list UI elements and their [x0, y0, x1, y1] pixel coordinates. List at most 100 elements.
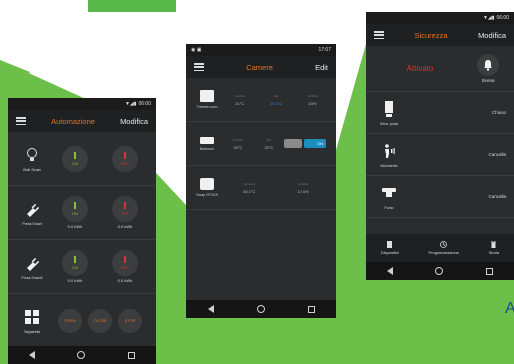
system-nav-bar — [186, 300, 336, 318]
energy-value: 0.0 kWh — [117, 278, 133, 283]
off-control[interactable]: OFF 0.0 kWh — [100, 196, 150, 229]
system-nav-bar — [366, 262, 514, 280]
status-bar: ◉ ▣ 17:07 — [186, 44, 336, 56]
device-label: Presa Smart — [22, 221, 42, 226]
on-control[interactable]: ON 0.0 kWh — [50, 250, 100, 283]
door-sensor-icon — [381, 100, 397, 118]
room-row[interactable]: Frames room Comfort 21°C Set 20.5°C Umidit… — [186, 78, 336, 122]
home-icon[interactable] — [256, 305, 265, 313]
back-icon[interactable] — [29, 351, 36, 359]
room-row[interactable]: Bedroom Comfort 20°C Set 20°C ON — [186, 122, 336, 166]
off-control[interactable]: OFF 0.0 kWh — [100, 250, 150, 283]
close-button[interactable]: CLOSE — [88, 308, 112, 333]
tab-storia[interactable]: Storia — [489, 241, 499, 255]
siren-label: Sirena — [481, 78, 495, 83]
status-time: 06:00 — [138, 101, 151, 107]
on-button[interactable]: ON — [62, 145, 88, 172]
plug-icon — [24, 254, 40, 272]
air-conditioner-icon — [200, 136, 214, 144]
value-cell: Set 20°C — [264, 137, 274, 150]
menu-icon[interactable] — [194, 63, 204, 71]
alarm-panel: Attivato Sirena — [366, 46, 514, 92]
clock-icon — [440, 241, 448, 248]
edit-button[interactable]: Modifica — [478, 31, 506, 40]
app-bar: Automazione Modifica — [8, 110, 156, 132]
recent-apps-icon[interactable] — [485, 267, 493, 275]
value-cell: Consumi 40.1°C — [243, 181, 256, 194]
status-bar: ▼◢▮ 06:00 — [366, 12, 514, 24]
page-title: Automazione — [51, 116, 95, 126]
alarm-state[interactable]: Attivato — [372, 64, 468, 73]
value-cell: Umidità 17.6% — [297, 181, 309, 194]
device-icon — [387, 241, 393, 248]
outlet-icon — [200, 178, 214, 190]
phone-automazione: ▼◢▮ 06:00 Automazione Modifica Bulb Smar… — [8, 98, 156, 364]
recent-apps-icon[interactable] — [127, 351, 135, 359]
signal-icon: ▼◢▮ — [124, 101, 137, 107]
room: Bedroom — [192, 136, 222, 151]
sensor-value: Cancella — [488, 152, 506, 157]
sensor-label: Sens. porta — [380, 121, 398, 126]
status-time: 17:07 — [318, 47, 331, 53]
room-label: Swap HTVG9 — [196, 193, 218, 197]
power-toggle[interactable]: ON — [304, 139, 326, 148]
back-icon[interactable] — [207, 305, 214, 313]
menu-icon[interactable] — [16, 117, 26, 125]
on-control[interactable]: ON — [50, 145, 100, 172]
sensor-label: Fumo — [384, 205, 394, 210]
device: Tapparella — [14, 308, 50, 334]
off-button[interactable]: OFF — [112, 250, 138, 276]
thermostat-icon — [200, 90, 214, 102]
sensor-label: Movimento — [380, 163, 398, 168]
phone-camere: ◉ ▣ 17:07 Camere Edit Frames room Comfor… — [186, 44, 336, 318]
energy-value: 0.0 kWh — [67, 224, 83, 229]
off-button[interactable]: OFF — [112, 145, 138, 172]
blind-controls: OPEN CLOSE STOP — [58, 308, 142, 333]
room-values: Comfort 20°C Set 20°C — [222, 138, 284, 150]
bottom-tabs: Dispositivi Programmazione Storia — [366, 234, 514, 262]
trash-icon — [491, 241, 497, 248]
edit-button[interactable]: Modifica — [120, 117, 148, 126]
signal-icon: ▼◢▮ — [482, 15, 495, 21]
device: Presa Smart2 — [14, 254, 50, 280]
back-icon[interactable] — [387, 267, 394, 275]
off-button[interactable]: OFF — [112, 196, 138, 222]
app-icon: ◉ ▣ — [191, 47, 202, 53]
room-row[interactable]: Swap HTVG9 Consumi 40.1°C Umidità 17.6% — [186, 166, 336, 210]
plug-icon — [24, 200, 40, 218]
sensor: Fumo — [374, 184, 404, 210]
status-bar: ▼◢▮ 06:00 — [8, 98, 156, 110]
tab-programmazione[interactable]: Programmazione — [429, 241, 459, 255]
device-label: Tapparella — [23, 329, 41, 334]
open-button[interactable]: OPEN — [58, 308, 82, 333]
on-control[interactable]: ON 0.0 kWh — [50, 196, 100, 229]
sensor: Movimento — [374, 142, 404, 168]
sensor-value: Chiuso — [491, 110, 506, 115]
sensor-row[interactable]: Sens. porta Chiuso — [366, 92, 514, 134]
tab-dispositivi[interactable]: Dispositivi — [381, 241, 399, 255]
edit-button[interactable]: Edit — [315, 63, 328, 72]
on-button[interactable]: ON — [62, 250, 88, 276]
room-label: Frames room — [196, 105, 218, 109]
stop-button[interactable]: STOP — [118, 308, 142, 333]
home-icon[interactable] — [435, 267, 444, 275]
value-cell: Umidità 43% — [307, 93, 318, 106]
home-icon[interactable] — [77, 351, 86, 359]
siren[interactable]: Sirena — [468, 54, 508, 83]
on-button[interactable]: ON — [62, 196, 88, 222]
room: Swap HTVG9 — [192, 178, 222, 197]
device-label: Bulb Smart — [23, 167, 41, 172]
recent-apps-icon[interactable] — [307, 305, 315, 313]
device-row: Bulb Smart ON OFF — [8, 132, 156, 186]
room-values: Comfort 21°C Set 20.5°C Umidità 43% — [222, 94, 330, 106]
bell-icon — [477, 54, 499, 76]
device-row: Presa Smart2 ON 0.0 kWh OFF 0.0 kWh — [8, 240, 156, 294]
app-bar: Camere Edit — [186, 56, 336, 78]
menu-icon[interactable] — [374, 31, 384, 39]
sensor-row[interactable]: Fumo Cancella — [366, 176, 514, 218]
off-control[interactable]: OFF — [100, 145, 150, 172]
sensor-row[interactable]: Movimento Cancella — [366, 134, 514, 176]
smoke-detector-icon — [381, 184, 397, 202]
figure-label: A — [505, 300, 514, 317]
bulb-icon — [24, 146, 40, 164]
